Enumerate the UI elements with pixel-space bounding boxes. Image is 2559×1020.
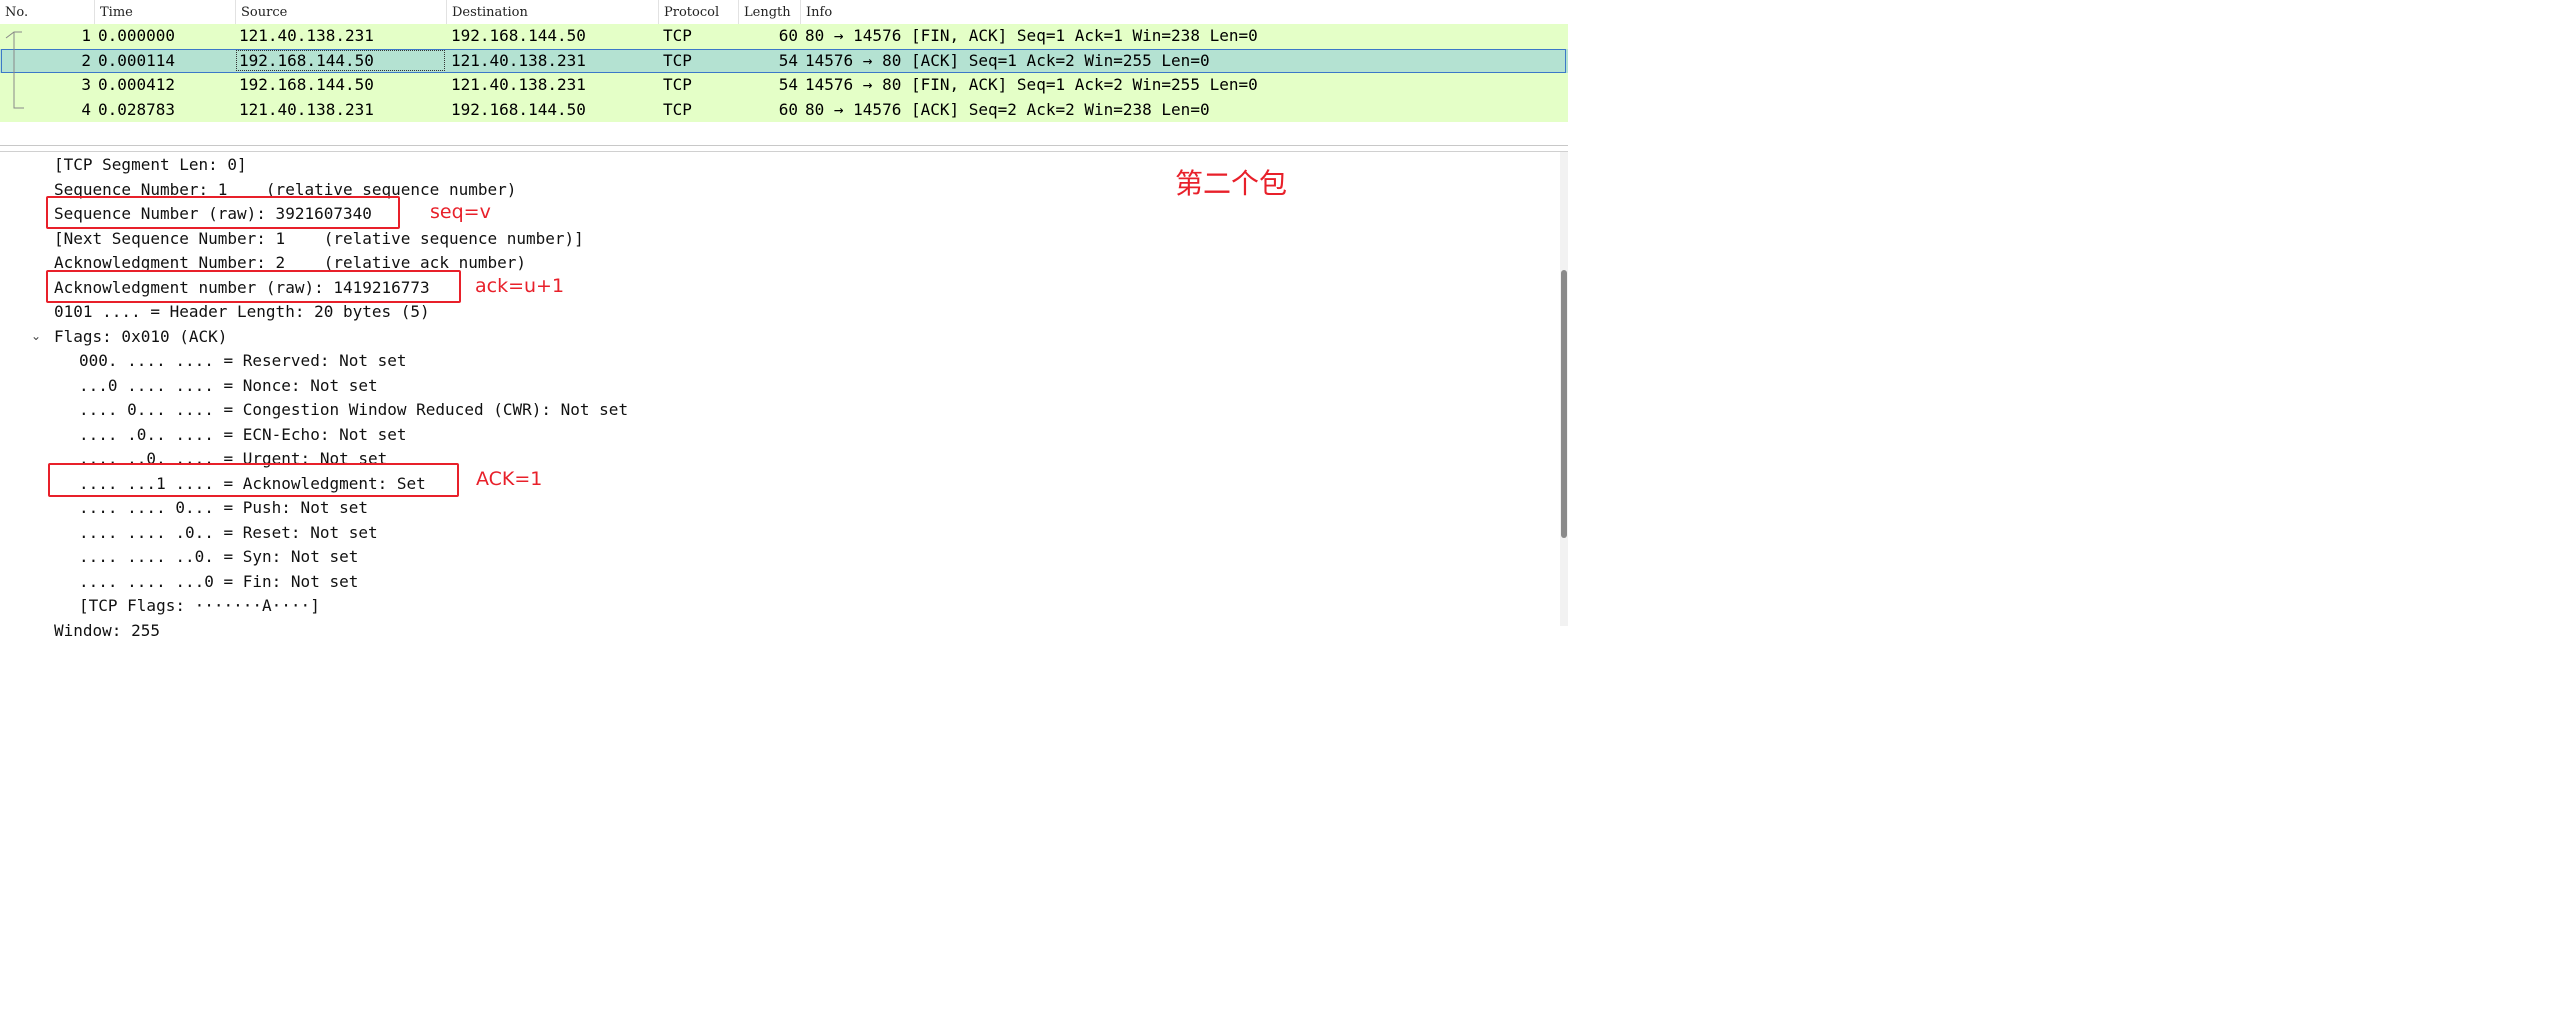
column-header-length[interactable]: Length (739, 0, 801, 24)
chevron-down-icon[interactable]: ⌄ (31, 330, 43, 342)
vertical-scrollbar[interactable] (1560, 152, 1568, 626)
tree-item-flag-ecn-echo[interactable]: .... .0.. .... = ECN-Echo: Not set (79, 423, 407, 447)
packet-protocol: TCP (663, 75, 692, 94)
column-header-protocol[interactable]: Protocol (659, 0, 739, 24)
scrollbar-thumb[interactable] (1561, 270, 1567, 538)
tree-item-flag-reserved[interactable]: 000. .... .... = Reserved: Not set (79, 349, 407, 373)
annotation-ack: ack=u+1 (475, 275, 565, 297)
packet-row[interactable]: 3 0.000412 192.168.144.50 121.40.138.231… (0, 73, 1568, 98)
packet-destination: 192.168.144.50 (451, 99, 586, 119)
packet-protocol: TCP (663, 26, 692, 45)
tree-item-flag-nonce[interactable]: ...0 .... .... = Nonce: Not set (79, 374, 378, 398)
packet-list-header: No. Time Source Destination Protocol Len… (0, 0, 1568, 25)
tree-item-flag-syn[interactable]: .... .... ..0. = Syn: Not set (79, 545, 358, 569)
packet-destination: 121.40.138.231 (451, 75, 586, 94)
tree-item-tcp-flags[interactable]: [TCP Flags: ·······A····] (79, 594, 320, 618)
column-header-info[interactable]: Info (801, 0, 1568, 24)
packet-info: 80 → 14576 [FIN, ACK] Seq=1 Ack=1 Win=23… (805, 26, 1258, 45)
packet-row-selected[interactable]: 2 0.000114 192.168.144.50 121.40.138.231… (0, 48, 1568, 73)
packet-source: 192.168.144.50 (239, 75, 374, 94)
packet-destination: 192.168.144.50 (451, 26, 586, 45)
tree-item-next-sequence-number[interactable]: [Next Sequence Number: 1 (relative seque… (54, 227, 584, 251)
packet-protocol: TCP (663, 99, 692, 119)
annotation-seq: seq=v (430, 201, 491, 223)
tree-item-tcp-segment-len[interactable]: [TCP Segment Len: 0] (54, 153, 247, 177)
packet-time: 0.028783 (98, 99, 176, 119)
tree-item-flags[interactable]: Flags: 0x010 (ACK) (54, 325, 227, 349)
packet-info: 14576 → 80 [FIN, ACK] Seq=1 Ack=2 Win=25… (805, 75, 1258, 94)
packet-row[interactable]: 4 0.028783 121.40.138.231 192.168.144.50… (0, 97, 1568, 122)
packet-length: 60 (778, 99, 798, 119)
highlight-box-seq-raw (46, 196, 400, 229)
conversation-bracket-icon (5, 31, 24, 109)
tree-item-flag-cwr[interactable]: .... 0... .... = Congestion Window Reduc… (79, 398, 628, 422)
column-header-destination[interactable]: Destination (447, 0, 659, 24)
annotation-title: 第二个包 (1175, 167, 1288, 200)
packet-time: 0.000114 (98, 50, 176, 70)
highlight-box-ack-raw (46, 270, 461, 303)
packet-length: 60 (778, 26, 798, 45)
packet-time: 0.000000 (98, 26, 176, 45)
packet-list: No. Time Source Destination Protocol Len… (0, 0, 1568, 146)
packet-protocol: TCP (663, 50, 692, 70)
tree-item-header-length[interactable]: 0101 .... = Header Length: 20 bytes (5) (54, 300, 430, 324)
tree-item-flag-fin[interactable]: .... .... ...0 = Fin: Not set (79, 570, 358, 594)
packet-destination: 121.40.138.231 (451, 50, 586, 70)
packet-source: 121.40.138.231 (239, 26, 374, 45)
column-header-no[interactable]: No. (0, 0, 95, 24)
highlight-box-ack-flag (48, 463, 459, 497)
tree-item-flag-push[interactable]: .... .... 0... = Push: Not set (79, 496, 368, 520)
packet-row[interactable]: 1 0.000000 121.40.138.231 192.168.144.50… (0, 24, 1568, 49)
packet-time: 0.000412 (98, 75, 176, 94)
packet-source: 192.168.144.50 (239, 50, 374, 70)
packet-info: 80 → 14576 [ACK] Seq=2 Ack=2 Win=238 Len… (805, 99, 1210, 119)
tree-item-window[interactable]: Window: 255 (54, 619, 160, 643)
packet-length: 54 (778, 50, 798, 70)
annotation-ack-flag: ACK=1 (476, 468, 543, 490)
tree-item-flag-reset[interactable]: .... .... .0.. = Reset: Not set (79, 521, 378, 545)
column-header-time[interactable]: Time (95, 0, 236, 24)
column-header-source[interactable]: Source (236, 0, 447, 24)
packet-source: 121.40.138.231 (239, 99, 374, 119)
packet-info: 14576 → 80 [ACK] Seq=1 Ack=2 Win=255 Len… (805, 50, 1210, 70)
packet-length: 54 (778, 75, 798, 94)
